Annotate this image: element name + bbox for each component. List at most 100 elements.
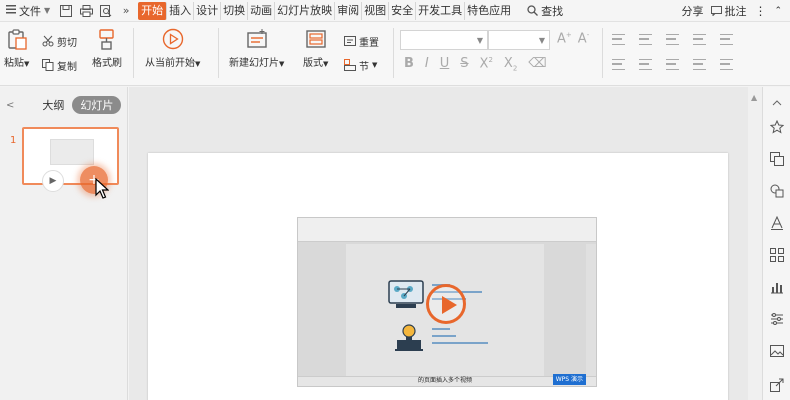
bold-icon[interactable]: B [404,56,414,73]
video-app-toolbar [298,218,596,242]
text-format-buttons: B I U S X2 X2 ⌫ [404,56,547,73]
scroll-up-icon[interactable]: ▲ [751,93,757,102]
tab-insert[interactable]: 插入 [167,1,195,20]
star-icon[interactable] [769,119,785,135]
align-center-icon[interactable] [639,59,652,70]
format-painter-button[interactable]: 格式刷 [92,28,122,69]
mouse-cursor-icon [95,178,109,199]
paste-button[interactable]: 粘贴▼ [4,28,29,69]
align-right-icon[interactable] [666,59,679,70]
vertical-scrollbar[interactable]: ▲ [748,87,762,400]
play-from-current-label: 从当前开始 [145,58,195,69]
tab-home[interactable]: 开始 [138,1,168,20]
font-size-select[interactable]: ▼ [488,30,550,50]
increase-indent-icon[interactable] [693,34,706,45]
justify-icon[interactable] [693,59,706,70]
cut-button[interactable]: 剪切 [42,32,77,50]
bullet-list-icon[interactable] [612,34,625,45]
layout-icon [305,30,326,48]
tab-special-apps[interactable]: 特色应用 [465,2,513,20]
section-label: 节 [359,61,369,73]
subscript-icon[interactable]: X2 [504,56,517,73]
play-from-current-button[interactable]: 从当前开始▼ [145,28,200,69]
chart-icon[interactable] [769,279,785,295]
paste-icon [7,29,27,50]
font-size-buttons: A+ A- [557,31,589,46]
print-preview-icon[interactable] [98,3,114,19]
new-slide-button[interactable]: 新建幻灯片▼ [229,28,284,69]
text-style-icon[interactable] [769,215,785,231]
image-icon[interactable] [769,343,785,359]
numbered-list-icon[interactable] [639,34,652,45]
ribbon-separator [393,28,394,78]
more-chevron-icon[interactable]: » [118,3,134,19]
font-name-select[interactable]: ▼ [400,30,488,50]
cut-label: 剪切 [57,37,77,49]
video-frame[interactable]: 的页面插入多个视频 WPS 演示 [297,217,597,387]
superscript-icon[interactable]: X2 [480,56,493,73]
grid-apps-icon[interactable] [769,247,785,263]
format-painter-icon [99,29,114,50]
video-document-page [346,244,544,378]
align-left-icon[interactable] [612,59,625,70]
layout-button[interactable]: 版式▼ [303,28,328,69]
strikethrough-icon[interactable]: S [460,56,468,73]
chevron-down-icon: ▼ [44,6,51,15]
lightbulb-laptop-illustration-icon [395,324,423,351]
tab-developer[interactable]: 开发工具 [416,1,466,20]
underline-icon[interactable]: U [440,56,450,73]
slide[interactable]: 的页面插入多个视频 WPS 演示 [148,153,728,400]
right-toolbar [762,87,790,400]
ribbon-separator [218,28,219,78]
tab-review[interactable]: 审阅 [335,1,363,20]
tab-outline[interactable]: 大纲 [42,97,64,113]
slide-panel-header: < 大纲 幻灯片 [0,87,127,123]
thumbnail-play-button[interactable]: ▶ [42,170,64,192]
video-caption: 的页面插入多个视频 [418,377,473,384]
line-spacing-icon[interactable] [720,34,733,45]
chevron-up-icon[interactable] [769,95,785,111]
copy-pages-icon[interactable] [769,151,785,167]
distribute-icon[interactable] [720,59,733,70]
video-play-icon[interactable] [426,284,466,324]
collapse-ribbon-icon[interactable]: ⌃ [774,6,782,16]
section-button[interactable]: 节 ▼ [344,56,379,74]
paste-label: 粘贴 [4,58,24,69]
copy-icon [42,59,54,71]
increase-font-icon[interactable]: A+ [557,31,572,46]
file-menu[interactable]: 文件 ▼ [0,0,56,22]
share-button[interactable]: 分享 [681,3,703,19]
shapes-icon[interactable] [769,183,785,199]
more-options-icon[interactable]: ⋮ [754,4,766,18]
tab-animations[interactable]: 动画 [248,1,276,20]
scissors-icon [42,35,54,47]
copy-button[interactable]: 复制 [42,56,77,74]
tab-security[interactable]: 安全 [389,1,417,20]
save-icon[interactable] [58,3,74,19]
tab-slideshow[interactable]: 幻灯片放映 [275,1,336,20]
collapse-panel-icon[interactable]: < [6,100,14,111]
ribbon-separator [602,28,603,78]
new-slide-icon [246,29,267,48]
thumbnail-media-preview [50,139,94,165]
decrease-font-icon[interactable]: A- [578,31,589,46]
flowchart-illustration-icon [388,280,424,308]
copy-label: 复制 [57,61,77,73]
clear-format-icon[interactable]: ⌫ [528,56,546,73]
settings-sliders-icon[interactable] [769,311,785,327]
comment-button[interactable]: 批注 [711,3,746,19]
tab-view[interactable]: 视图 [362,1,390,20]
tab-design[interactable]: 设计 [194,1,222,20]
italic-icon[interactable]: I [425,56,429,73]
tab-transitions[interactable]: 切换 [221,1,249,20]
share-export-icon[interactable] [769,377,785,393]
search-box[interactable]: 查找 [527,3,563,19]
reset-label: 重置 [359,37,379,49]
clipboard-small-group: 剪切 复制 [42,32,77,74]
decrease-indent-icon[interactable] [666,34,679,45]
search-label: 查找 [541,4,564,18]
reset-button[interactable]: 重置 [344,32,379,50]
print-icon[interactable] [78,3,94,19]
tab-slides[interactable]: 幻灯片 [72,96,122,114]
section-icon [344,59,356,71]
